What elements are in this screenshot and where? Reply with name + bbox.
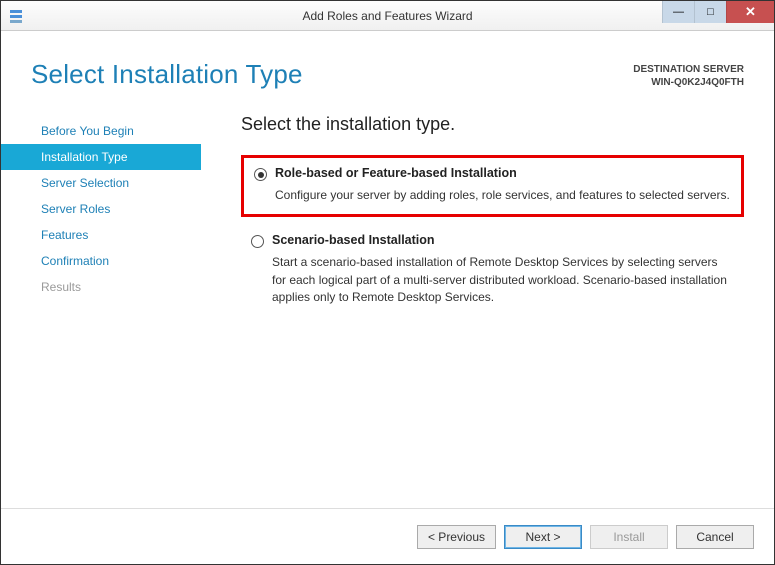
destination-name: WIN-Q0K2J4Q0FTH — [633, 76, 744, 89]
next-button[interactable]: Next > — [504, 525, 582, 549]
main-title: Select the installation type. — [241, 114, 744, 135]
close-icon: ✕ — [745, 4, 756, 20]
app-icon — [9, 8, 25, 24]
sidebar-item-confirmation[interactable]: Confirmation — [1, 248, 201, 274]
option-title-scenario-based: Scenario-based Installation — [272, 233, 435, 247]
header: Select Installation Type DESTINATION SER… — [1, 31, 774, 100]
option-role-based[interactable]: Role-based or Feature-based Installation… — [241, 155, 744, 217]
destination-block: DESTINATION SERVER WIN-Q0K2J4Q0FTH — [633, 59, 744, 89]
install-button: Install — [590, 525, 668, 549]
window-controls: — □ ✕ — [662, 1, 774, 23]
wizard-window: Add Roles and Features Wizard — □ ✕ Sele… — [0, 0, 775, 565]
maximize-icon: □ — [707, 6, 714, 18]
footer: < Previous Next > Install Cancel — [1, 508, 774, 564]
sidebar-item-before-you-begin[interactable]: Before You Begin — [1, 118, 201, 144]
radio-scenario-based[interactable] — [251, 235, 264, 248]
sidebar-item-server-roles[interactable]: Server Roles — [1, 196, 201, 222]
option-scenario-based[interactable]: Scenario-based Installation Start a scen… — [241, 225, 744, 316]
sidebar: Before You Begin Installation Type Serve… — [1, 110, 201, 508]
maximize-button[interactable]: □ — [694, 1, 726, 23]
page-title: Select Installation Type — [31, 59, 303, 90]
titlebar: Add Roles and Features Wizard — □ ✕ — [1, 1, 774, 31]
close-button[interactable]: ✕ — [726, 1, 774, 23]
previous-button[interactable]: < Previous — [417, 525, 496, 549]
option-desc-role-based: Configure your server by adding roles, r… — [275, 187, 731, 204]
option-desc-scenario-based: Start a scenario-based installation of R… — [272, 254, 734, 306]
minimize-button[interactable]: — — [662, 1, 694, 23]
body: Before You Begin Installation Type Serve… — [1, 100, 774, 508]
cancel-button[interactable]: Cancel — [676, 525, 754, 549]
radio-role-based[interactable] — [254, 168, 267, 181]
sidebar-item-features[interactable]: Features — [1, 222, 201, 248]
main-panel: Select the installation type. Role-based… — [201, 110, 774, 508]
window-title: Add Roles and Features Wizard — [302, 9, 472, 23]
sidebar-item-installation-type[interactable]: Installation Type — [1, 144, 201, 170]
sidebar-item-server-selection[interactable]: Server Selection — [1, 170, 201, 196]
minimize-icon: — — [673, 6, 684, 18]
option-title-role-based: Role-based or Feature-based Installation — [275, 166, 517, 180]
sidebar-item-results: Results — [1, 274, 201, 300]
destination-label: DESTINATION SERVER — [633, 63, 744, 76]
